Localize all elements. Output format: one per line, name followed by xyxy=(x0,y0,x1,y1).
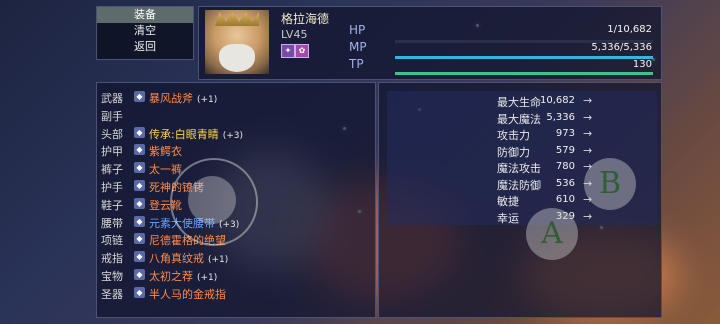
relic-icon: ◆ xyxy=(134,286,145,298)
equipment-slot-label: 戒指 xyxy=(101,252,123,266)
equipment-item-text: 半人马的金戒指 xyxy=(149,287,226,301)
pants-icon: ◆ xyxy=(134,162,145,174)
command-menu: 装备 清空 返回 xyxy=(96,6,194,60)
crown-icon xyxy=(215,12,259,26)
equipment-slot-label: 武器 xyxy=(101,92,123,105)
joystick-knob[interactable] xyxy=(188,176,236,224)
attribute-label: 最大魔法 xyxy=(497,112,541,126)
tp-value: 130 xyxy=(632,59,652,70)
ring-icon: ◆ xyxy=(134,251,145,263)
character-name: 格拉海德 xyxy=(281,12,330,26)
attribute-label: 魔法攻击 xyxy=(497,162,541,175)
equipment-item-name: 半人马的金戒指 xyxy=(149,286,230,302)
menu-item-back[interactable]: 返回 xyxy=(97,39,193,55)
attribute-arrow: → xyxy=(583,127,593,140)
equipment-row[interactable]: 宝物 ◆ 太初之荐 (+1) xyxy=(97,267,375,284)
attribute-value: 780 xyxy=(555,161,575,172)
equipment-item-name xyxy=(149,108,153,121)
equipment-item-name: 八角真纹戒 (+1) xyxy=(149,250,228,266)
equipment-slot-label: 项链 xyxy=(101,234,123,248)
hp-value: 1/10,682 xyxy=(607,24,652,35)
attribute-label: 魔法防御 xyxy=(497,178,541,192)
equipment-item-text: 八角真纹戒 xyxy=(149,252,204,266)
equipment-row[interactable]: 头部 ◆ 传承:白眼青睛 (+3) xyxy=(97,125,375,142)
treasure-icon: ◆ xyxy=(134,269,145,280)
attribute-label: 防御力 xyxy=(497,145,530,159)
axe-icon: ◆ xyxy=(134,91,145,102)
menu-item-clear[interactable]: 清空 xyxy=(97,23,193,39)
attribute-value: 610 xyxy=(555,194,575,205)
attribute-value: 5,336 xyxy=(546,111,575,123)
equipment-slot-label: 护手 xyxy=(101,181,123,194)
gauntlet-icon: ◆ xyxy=(134,180,145,191)
attribute-arrow: → xyxy=(583,143,593,157)
hp-label: HP xyxy=(349,23,366,37)
character-portrait xyxy=(205,10,269,74)
attribute-value: 10,682 xyxy=(540,95,575,106)
tp-bar-fill xyxy=(395,72,653,75)
equipment-plus-level: (+1) xyxy=(197,273,218,283)
equipment-slot-label: 宝物 xyxy=(101,270,123,283)
equipment-item-name: 太初之荐 (+1) xyxy=(149,268,217,284)
menu-item-equip[interactable]: 装备 xyxy=(97,7,193,23)
equipment-item-text: 太初之荐 xyxy=(149,270,193,283)
tp-label: TP xyxy=(349,57,364,71)
equipment-slot-label: 副手 xyxy=(101,109,123,123)
equipment-row[interactable]: 圣器 ◆ 半人马的金戒指 xyxy=(97,285,375,302)
equipment-item-text: 传承:白眼青睛 xyxy=(149,127,219,141)
attribute-label: 最大生命 xyxy=(497,96,541,109)
equipment-row[interactable]: 副手 xyxy=(97,107,375,124)
equipment-plus-level: (+3) xyxy=(222,130,244,141)
attribute-arrow: → xyxy=(583,94,593,107)
buff-icon: ✿ xyxy=(295,44,309,58)
buff-icon: ✦ xyxy=(281,44,295,58)
equipment-item-name: 传承:白眼青睛 (+3) xyxy=(149,126,243,142)
attribute-label: 攻击力 xyxy=(497,129,530,142)
a-button[interactable]: A xyxy=(526,208,578,260)
equipment-slot-label: 头部 xyxy=(101,127,123,141)
mp-value: 5,336/5,336 xyxy=(591,42,652,53)
equipment-slot-label: 鞋子 xyxy=(101,198,123,212)
equipment-slot-label: 腰带 xyxy=(101,216,123,230)
attribute-value: 536 xyxy=(555,177,575,189)
character-header: 格拉海德 LV45 ✦ ✿ HP 1/10,682 MP 5,336/5,336… xyxy=(198,6,662,80)
equipment-row[interactable]: 护甲 ◆ 紫鳄衣 xyxy=(97,142,375,159)
equipment-item-text: 紫鳄衣 xyxy=(149,145,182,159)
mp-bar xyxy=(395,56,653,59)
beard-shape xyxy=(219,44,255,72)
equipment-plus-level: (+1) xyxy=(208,255,229,266)
equipment-row[interactable]: 武器 ◆ 暴风战斧 (+1) xyxy=(97,89,375,106)
helmet-icon: ◆ xyxy=(134,126,145,138)
equipment-item-text: 太一裤 xyxy=(149,163,182,177)
armor-icon: ◆ xyxy=(134,144,145,156)
equipment-slot-label: 护甲 xyxy=(101,145,123,159)
attribute-value: 973 xyxy=(555,128,575,139)
b-button[interactable]: B xyxy=(584,158,636,210)
equipment-item-name: 暴风战斧 (+1) xyxy=(149,90,217,106)
character-level: LV45 xyxy=(281,28,308,41)
boots-icon: ◆ xyxy=(134,197,145,209)
mp-bar-fill xyxy=(395,56,653,59)
equipment-item-name: 紫鳄衣 xyxy=(149,143,186,159)
attribute-value: 579 xyxy=(555,144,575,156)
belt-icon: ◆ xyxy=(134,215,145,227)
necklace-icon: ◆ xyxy=(134,233,145,245)
mp-label: MP xyxy=(349,40,367,54)
attribute-label: 敏捷 xyxy=(497,195,519,208)
attribute-label: 幸运 xyxy=(497,211,519,225)
attribute-arrow: → xyxy=(583,110,593,124)
equipment-item-text: 暴风战斧 xyxy=(149,92,193,105)
equipment-slot-label: 圣器 xyxy=(101,287,123,301)
equipment-slot-label: 裤子 xyxy=(101,163,123,177)
tp-bar xyxy=(395,72,653,75)
attribute-arrow: → xyxy=(583,209,593,223)
equipment-plus-level: (+1) xyxy=(197,95,218,105)
equipment-row[interactable]: 戒指 ◆ 八角真纹戒 (+1) xyxy=(97,249,375,266)
